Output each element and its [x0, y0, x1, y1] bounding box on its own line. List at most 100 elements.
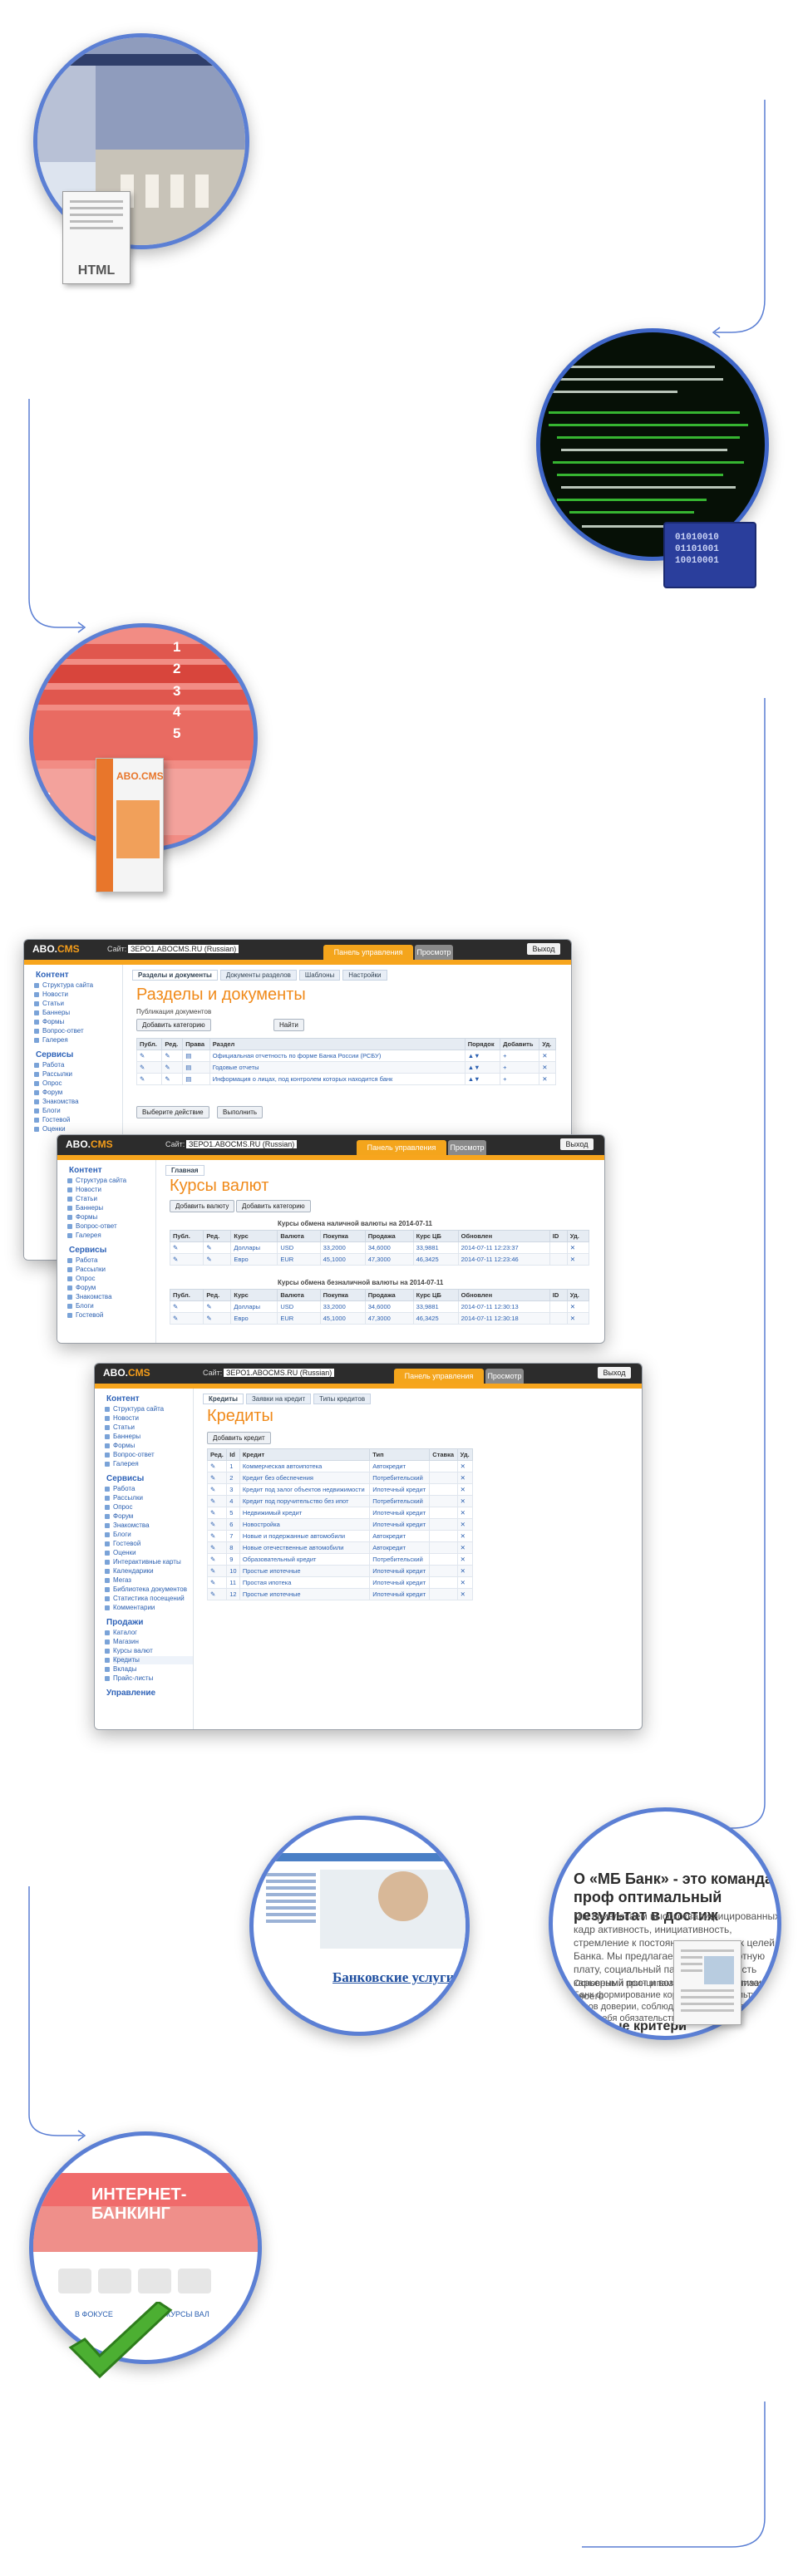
sidebar-item[interactable]: Работа	[67, 1256, 155, 1265]
sidebar-item[interactable]: Баннеры	[105, 1433, 193, 1441]
table-row[interactable]: ✎ ✎ ▤ Годовые отчеты ▲▼ + ✕	[135, 1061, 556, 1074]
sidebar-item[interactable]: Структура сайта	[105, 1405, 193, 1413]
tab-credits[interactable]: Кредиты	[203, 1394, 244, 1404]
table-row[interactable]: ✎ 5 Недвижимый кредит Ипотечный кредит ✕	[206, 1507, 474, 1519]
tab-sections[interactable]: Разделы и документы	[132, 970, 218, 981]
table-row[interactable]: ✎ 6 Новостройка Ипотечный кредит ✕	[206, 1518, 474, 1531]
sidebar-item[interactable]: Оценки	[105, 1549, 193, 1557]
sidebar-item[interactable]: Блоги	[105, 1531, 193, 1539]
sidebar-item[interactable]: Опрос	[67, 1275, 155, 1283]
table-row[interactable]: ✎ ✎ ▤ Официальная отчетность по форме Банка…	[135, 1050, 556, 1062]
site-select[interactable]: ЗЕРО1.ABOCMS.RU (Russian)	[128, 945, 239, 953]
tab-view[interactable]: Просмотр	[448, 1140, 486, 1155]
table-row[interactable]: ✎ ✎ ▤ Информация о лицах, под контролем кот…	[135, 1073, 556, 1085]
apply-button[interactable]: Выполнить	[217, 1106, 264, 1118]
sidebar-item[interactable]: Интерактивные карты	[105, 1558, 193, 1566]
table-row[interactable]: ✎ 3 Кредит под залог объектов недвижимости…	[206, 1483, 474, 1496]
sidebar-item[interactable]: Библиотека документов	[105, 1585, 193, 1594]
table-row[interactable]: ✎ ✎ Доллары USD 33,2000 34,6000 33,9881 2014-07…	[169, 1300, 590, 1313]
sidebar-item[interactable]: Прайс-листы	[105, 1674, 193, 1683]
sidebar-item[interactable]: Работа	[34, 1061, 122, 1069]
action-select[interactable]: Выберите действие	[136, 1106, 209, 1118]
sidebar-item[interactable]: Формы	[67, 1213, 155, 1222]
table-row[interactable]: ✎ ✎ Евро EUR 45,1000 47,3000 46,3425 2014-07-11…	[169, 1312, 590, 1325]
tab-templates[interactable]: Шаблоны	[298, 970, 341, 981]
sidebar-item[interactable]: Комментарии	[105, 1604, 193, 1612]
sidebar-item[interactable]: Статьи	[67, 1195, 155, 1203]
sidebar-item[interactable]: Работа	[105, 1485, 193, 1493]
sidebar-item[interactable]: Магазин	[105, 1638, 193, 1646]
add-category-button[interactable]: Добавить категорию	[236, 1200, 311, 1212]
tab-main[interactable]: Главная	[165, 1165, 204, 1176]
table-row[interactable]: ✎ 2 Кредит без обеспечения Потребительский ✕	[206, 1472, 474, 1484]
sidebar-item[interactable]: Галерея	[67, 1231, 155, 1240]
table-row[interactable]: ✎ 9 Образовательный кредит Потребительский ✕	[206, 1553, 474, 1566]
sidebar-item[interactable]: Формы	[105, 1442, 193, 1450]
sidebar-item[interactable]: Рассылки	[105, 1494, 193, 1502]
tab-credit-types[interactable]: Типы кредитов	[313, 1394, 372, 1404]
tab-admin[interactable]: Панель управления	[357, 1140, 446, 1155]
table-row[interactable]: ✎ 7 Новые и подержанные автомобили Автокред…	[206, 1530, 474, 1542]
sidebar-item[interactable]: Гостевой	[67, 1311, 155, 1320]
add-credit-button[interactable]: Добавить кредит	[207, 1432, 271, 1444]
sidebar-item[interactable]: Новости	[67, 1186, 155, 1194]
sidebar-item[interactable]: Календарики	[105, 1567, 193, 1576]
exit-button[interactable]: Выход	[598, 1367, 631, 1379]
tab-admin[interactable]: Панель управления	[394, 1369, 484, 1384]
add-category-button[interactable]: Добавить категорию	[136, 1019, 211, 1031]
sidebar-item[interactable]: Опрос	[34, 1079, 122, 1088]
sidebar-item[interactable]: Галерея	[34, 1036, 122, 1045]
sidebar-item[interactable]: Баннеры	[34, 1009, 122, 1017]
table-row[interactable]: ✎ 12 Простые ипотечные Ипотечный кредит ✕	[206, 1588, 474, 1600]
sidebar-item[interactable]: Вопрос-ответ	[67, 1222, 155, 1231]
sidebar-item[interactable]: Гостевой	[34, 1116, 122, 1124]
sidebar-item[interactable]: Каталог	[105, 1629, 193, 1637]
sidebar-item[interactable]: Галерея	[105, 1460, 193, 1468]
sidebar-item[interactable]: Блоги	[34, 1107, 122, 1115]
sidebar-item[interactable]: Знакомства	[67, 1293, 155, 1301]
sidebar-item[interactable]: Рассылки	[34, 1070, 122, 1079]
sidebar-item[interactable]: Статьи	[34, 1000, 122, 1008]
sidebar-item[interactable]: Рассылки	[67, 1266, 155, 1274]
sidebar-item[interactable]: Статистика посещений	[105, 1595, 193, 1603]
sidebar-item[interactable]: Блоги	[67, 1302, 155, 1310]
sidebar-item[interactable]: Структура сайта	[34, 981, 122, 990]
sidebar-item[interactable]: Новости	[34, 991, 122, 999]
sidebar-item[interactable]: Знакомства	[34, 1098, 122, 1106]
table-row[interactable]: ✎ ✎ Евро EUR 45,1000 47,3000 46,3425 2014-07-11…	[169, 1253, 590, 1266]
sidebar-item[interactable]: Гостевой	[105, 1540, 193, 1548]
table-row[interactable]: ✎ 11 Простая ипотека Ипотечный кредит ✕	[206, 1576, 474, 1589]
sidebar-item[interactable]: Баннеры	[67, 1204, 155, 1212]
sidebar-item[interactable]: Новости	[105, 1414, 193, 1423]
sidebar-item[interactable]: Структура сайта	[67, 1177, 155, 1185]
tab-view[interactable]: Просмотр	[485, 1369, 524, 1384]
sidebar-item[interactable]: Курсы валют	[105, 1647, 193, 1655]
sidebar-item[interactable]: Мегаз	[105, 1576, 193, 1585]
table-row[interactable]: ✎ 1 Коммерческая автоипотека Автокредит ✕	[206, 1460, 474, 1472]
sidebar-item[interactable]: Вопрос-ответ	[105, 1451, 193, 1459]
table-row[interactable]: ✎ 10 Простые ипотечные Ипотечный кредит ✕	[206, 1565, 474, 1577]
exit-button[interactable]: Выход	[527, 943, 560, 955]
sidebar-item-credits[interactable]: Кредиты	[105, 1656, 193, 1664]
sidebar-item[interactable]: Вклады	[105, 1665, 193, 1674]
sidebar-item[interactable]: Опрос	[105, 1503, 193, 1512]
add-currency-button[interactable]: Добавить валюту	[170, 1200, 235, 1212]
search-button[interactable]: Найти	[273, 1019, 304, 1031]
sidebar-item[interactable]: Форум	[105, 1512, 193, 1521]
tab-settings[interactable]: Настройки	[342, 970, 387, 981]
sidebar-item[interactable]: Формы	[34, 1018, 122, 1026]
tab-admin[interactable]: Панель управления	[323, 945, 413, 960]
tab-credit-requests[interactable]: Заявки на кредит	[245, 1394, 312, 1404]
table-row[interactable]: ✎ 8 Новые отечественные автомобили Автокред…	[206, 1541, 474, 1554]
site-select[interactable]: ЗЕРО1.ABOCMS.RU (Russian)	[224, 1369, 335, 1377]
site-select[interactable]: ЗЕРО1.ABOCMS.RU (Russian)	[186, 1140, 298, 1148]
table-row[interactable]: ✎ ✎ Доллары USD 33,2000 34,6000 33,9881 2014-07…	[169, 1241, 590, 1254]
table-row[interactable]: ✎ 4 Кредит под поручительство без ипот Потр…	[206, 1495, 474, 1507]
sidebar-item[interactable]: Статьи	[105, 1423, 193, 1432]
tab-section-docs[interactable]: Документы разделов	[219, 970, 297, 981]
sidebar-item[interactable]: Вопрос-ответ	[34, 1027, 122, 1035]
tab-view[interactable]: Просмотр	[415, 945, 453, 960]
sidebar-item[interactable]: Форум	[34, 1089, 122, 1097]
exit-button[interactable]: Выход	[560, 1138, 594, 1150]
sidebar-item[interactable]: Форум	[67, 1284, 155, 1292]
